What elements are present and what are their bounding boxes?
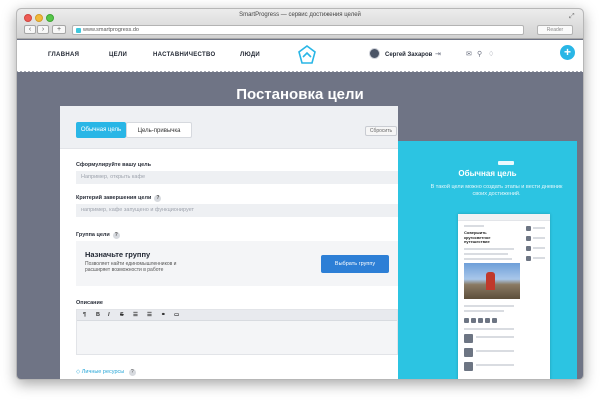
sidebar-title: Обычная цель	[458, 169, 517, 178]
preview-line	[464, 328, 514, 330]
group-label-row: Группа цели?	[76, 232, 120, 239]
help-icon[interactable]: ?	[154, 195, 162, 202]
preview-thumb	[492, 318, 497, 323]
link-icon[interactable]: ⚭	[161, 312, 166, 318]
nav-home[interactable]: ГЛАВНАЯ	[48, 52, 79, 58]
back-button[interactable]: ‹	[24, 25, 36, 34]
preview-line	[533, 237, 545, 239]
preview-line	[464, 310, 504, 312]
preview-avatar	[526, 236, 531, 241]
add-tab-button[interactable]: +	[52, 25, 66, 34]
preview-line	[464, 258, 512, 260]
criteria-label: Критерий завершения цели	[76, 195, 152, 201]
group-title: Назначьте группу	[85, 250, 151, 259]
group-description: Позволяет найти единомышленников и расши…	[85, 261, 177, 273]
preview-avatar	[526, 256, 531, 261]
preview-line	[476, 336, 514, 338]
nav-mentoring[interactable]: НАСТАВНИЧЕСТВО	[153, 52, 215, 58]
url-text: www.smartprogress.do	[83, 27, 139, 33]
diamond-icon: ◇	[76, 369, 81, 375]
preview-thumb	[464, 362, 473, 371]
user-name[interactable]: Сергей Захаров	[385, 52, 432, 58]
preview-line	[533, 247, 545, 249]
description-editor[interactable]: ¶ B I S ☰ ☰ ⚭ ▭	[76, 309, 398, 355]
add-goal-button[interactable]: +	[560, 45, 575, 60]
preview-line	[464, 248, 514, 250]
strikethrough-icon[interactable]: S	[120, 312, 124, 318]
preview-thumb	[464, 318, 469, 323]
preview-line	[476, 364, 514, 366]
avatar[interactable]	[369, 48, 380, 59]
preview-line	[464, 253, 508, 255]
preview-line	[464, 225, 484, 227]
choose-group-button[interactable]: Выбрать группу	[321, 255, 389, 273]
preview-person	[486, 272, 495, 290]
image-icon[interactable]: ▭	[174, 312, 179, 318]
preview-thumb	[485, 318, 490, 323]
header-zigzag-edge	[17, 70, 583, 74]
nav-goals[interactable]: ЦЕЛИ	[109, 52, 127, 58]
title-bar: SmartProgress — сервис достижения целей …	[17, 9, 583, 39]
mail-icon[interactable]: ✉	[466, 50, 472, 58]
preview-avatar	[526, 246, 531, 251]
smartprogress-logo-icon[interactable]	[297, 44, 317, 66]
help-icon[interactable]: ?	[128, 369, 136, 376]
paragraph-icon[interactable]: ¶	[83, 312, 86, 318]
preview-avatar	[526, 226, 531, 231]
goal-placeholder: Например, открыть кафе	[81, 174, 146, 180]
group-box: Назначьте группу Позволяет найти единомы…	[76, 241, 398, 286]
logout-icon[interactable]: ⇥	[435, 50, 441, 58]
plus-icon: +	[563, 45, 571, 59]
reset-button[interactable]: Сбросить	[365, 126, 397, 136]
tab-regular-goal[interactable]: Обычная цель	[76, 122, 126, 138]
goal-page-preview: Совершить кругосветное путешествие	[458, 214, 550, 379]
italic-icon[interactable]: I	[108, 312, 110, 318]
preview-thumb	[478, 318, 483, 323]
group-label: Группа цели	[76, 232, 110, 238]
bold-icon[interactable]: B	[96, 312, 100, 318]
window-title: SmartProgress — сервис достижения целей	[239, 12, 361, 18]
fullscreen-icon[interactable]: ⤢	[569, 13, 577, 21]
tab-habit-goal[interactable]: Цель-привычка	[126, 122, 192, 138]
browser-window: SmartProgress — сервис достижения целей …	[16, 8, 584, 380]
goal-form-card: Обычная цель Цель-привычка Сбросить Сфор…	[60, 106, 398, 379]
goal-label: Сформулируйте вашу цель	[76, 162, 152, 168]
editor-toolbar: ¶ B I S ☰ ☰ ⚭ ▭	[77, 310, 397, 321]
criteria-input[interactable]: например, кафе запущено и функционирует	[76, 204, 398, 217]
user-icon[interactable]: ⚲	[477, 50, 482, 58]
preview-photo	[464, 263, 520, 299]
preview-line	[533, 257, 545, 259]
favicon-icon	[76, 28, 81, 33]
address-bar[interactable]: www.smartprogress.do	[72, 25, 524, 35]
bell-icon[interactable]: ♢	[488, 50, 494, 58]
preview-thumb	[464, 348, 473, 357]
goal-type-sidebar: Обычная цель В такой цели можно создать …	[398, 141, 577, 379]
unordered-list-icon[interactable]: ☰	[133, 312, 138, 318]
form-tabs-bar: Обычная цель Цель-привычка Сбросить	[60, 106, 398, 149]
nav-people[interactable]: ЛЮДИ	[240, 52, 260, 58]
preview-line	[464, 305, 514, 307]
sidebar-badge	[498, 161, 514, 165]
preview-header	[458, 214, 550, 221]
forward-button[interactable]: ›	[37, 25, 49, 34]
goal-input[interactable]: Например, открыть кафе	[76, 171, 398, 184]
preview-thumb	[471, 318, 476, 323]
preview-title: Совершить кругосветное путешествие	[464, 230, 491, 244]
criteria-placeholder: например, кафе запущено и функционирует	[81, 207, 195, 213]
reader-button[interactable]: Reader	[537, 25, 573, 35]
description-label: Описание	[76, 300, 103, 306]
personal-resources-link[interactable]: ◇ Личные ресурсы ?	[76, 369, 136, 376]
resources-label: Личные ресурсы	[81, 369, 125, 375]
sidebar-text: В такой цели можно создать этапы и вести…	[430, 184, 563, 197]
preview-thumb	[464, 334, 473, 343]
preview-line	[476, 350, 514, 352]
help-icon[interactable]: ?	[112, 232, 120, 239]
criteria-label-row: Критерий завершения цели?	[76, 195, 162, 202]
page-title: Постановка цели	[236, 86, 364, 103]
ordered-list-icon[interactable]: ☰	[147, 312, 152, 318]
preview-line	[533, 227, 545, 229]
